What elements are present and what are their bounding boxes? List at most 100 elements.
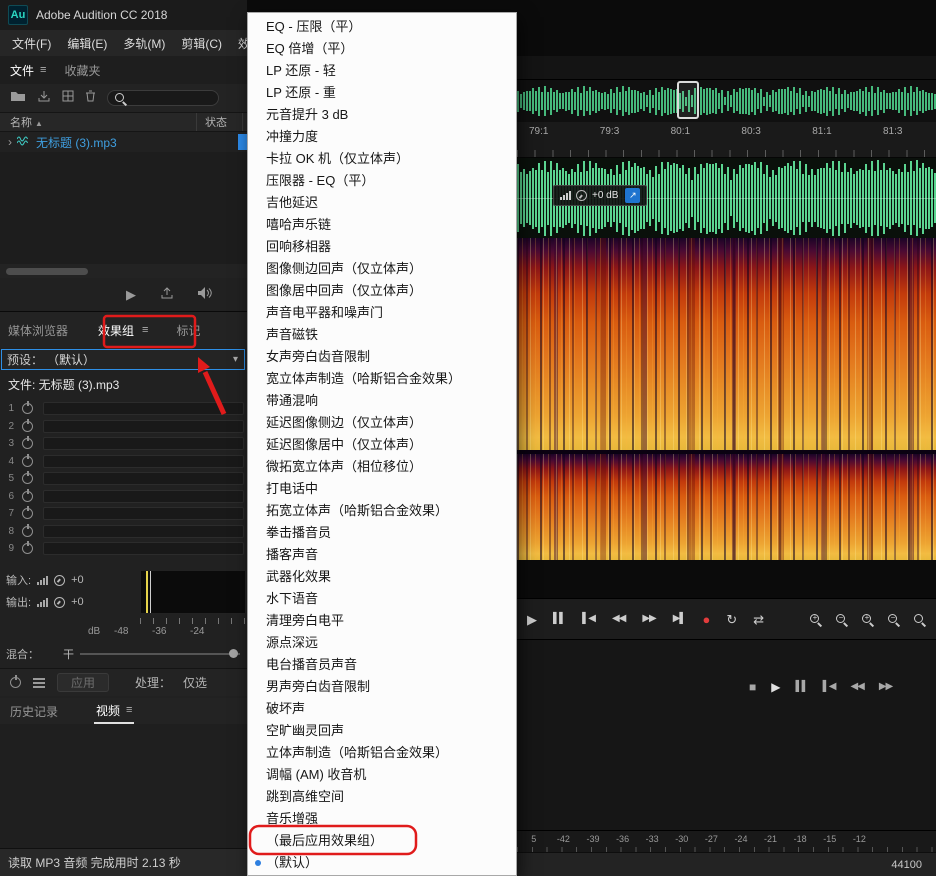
rack-slot[interactable]: 7: [0, 505, 247, 523]
preset-menu-item[interactable]: EQ 倍增（平）: [248, 38, 516, 60]
preset-menu-item[interactable]: 拓宽立体声（哈斯铝合金效果）: [248, 500, 516, 522]
preset-menu-item[interactable]: 微拓宽立体声（相位移位）: [248, 456, 516, 478]
fast-forward-icon[interactable]: ▶▶: [642, 614, 655, 624]
file-list-item[interactable]: › 无标题 (3).mp3: [0, 132, 247, 152]
preset-menu-item[interactable]: 带通混响: [248, 390, 516, 412]
mix-slider[interactable]: [80, 653, 240, 655]
process-value[interactable]: 仅选: [183, 674, 207, 691]
spectrogram-channel-2[interactable]: [517, 454, 936, 560]
preset-menu-item[interactable]: 图像侧边回声（仅立体声）: [248, 258, 516, 280]
file-name[interactable]: 无标题 (3).mp3: [36, 134, 117, 151]
tab-video[interactable]: 视频 ≡: [94, 698, 134, 724]
effect-slot[interactable]: [43, 402, 244, 415]
effect-slot[interactable]: [43, 507, 244, 520]
preset-menu-item[interactable]: 延迟图像居中（仅立体声）: [248, 434, 516, 456]
power-icon[interactable]: [22, 421, 33, 432]
preset-menu-item[interactable]: 声音磁铁: [248, 324, 516, 346]
tab-effects-rack[interactable]: 效果组: [98, 322, 134, 339]
rack-slot[interactable]: 2: [0, 418, 247, 436]
preset-menu-item[interactable]: LP 还原 - 重: [248, 82, 516, 104]
zoom-out-horizontal-icon[interactable]: −: [887, 613, 900, 626]
power-icon[interactable]: [22, 403, 33, 414]
preset-menu-item[interactable]: 跳到高维空间: [248, 786, 516, 808]
preview-play-icon[interactable]: ▶: [126, 287, 136, 303]
preset-menu-item-default[interactable]: （默认）: [248, 852, 516, 874]
power-icon[interactable]: [22, 526, 33, 537]
menubar-item[interactable]: 效果: [238, 35, 247, 52]
column-name[interactable]: 名称▲: [0, 114, 196, 130]
menubar-item[interactable]: 编辑(E): [67, 35, 107, 52]
zoom-in-horizontal-icon[interactable]: +: [861, 613, 874, 626]
loop-icon[interactable]: ↻: [726, 613, 736, 626]
preset-menu-item[interactable]: 播客声音: [248, 544, 516, 566]
preset-menu-item[interactable]: 音乐增强: [248, 808, 516, 830]
open-folder-icon[interactable]: [10, 89, 26, 107]
spectrogram-channel-1[interactable]: [517, 238, 936, 450]
rack-power-icon[interactable]: [10, 677, 21, 688]
preset-menu-item[interactable]: 源点深远: [248, 632, 516, 654]
preset-menu-item[interactable]: 声音电平器和噪声门: [248, 302, 516, 324]
preset-menu-item[interactable]: 卡拉 OK 机（仅立体声）: [248, 148, 516, 170]
menubar-item[interactable]: 剪辑(C): [181, 35, 222, 52]
rack-slot[interactable]: 1: [0, 400, 247, 418]
rewind-icon[interactable]: ◀◀: [850, 682, 863, 692]
effect-slot[interactable]: [43, 472, 244, 485]
tab-history[interactable]: 历史记录: [10, 703, 58, 720]
mix-slider-handle[interactable]: [229, 649, 238, 658]
preset-menu-item[interactable]: 宽立体声制造（哈斯铝合金效果）: [248, 368, 516, 390]
expander-icon[interactable]: ›: [0, 135, 17, 149]
preset-menu-item[interactable]: 压限器 - EQ（平）: [248, 170, 516, 192]
power-icon[interactable]: [22, 543, 33, 554]
search-input[interactable]: [107, 90, 219, 106]
hud-gain-knob[interactable]: [576, 190, 587, 201]
rack-slot[interactable]: 5: [0, 470, 247, 488]
column-status[interactable]: 状态: [196, 113, 242, 131]
power-icon[interactable]: [22, 508, 33, 519]
preset-menu-item[interactable]: 元音提升 3 dB: [248, 104, 516, 126]
effect-slot[interactable]: [43, 420, 244, 433]
power-icon[interactable]: [22, 438, 33, 449]
rack-slot[interactable]: 6: [0, 488, 247, 506]
menubar-item[interactable]: 文件(F): [12, 35, 51, 52]
apply-button[interactable]: 应用: [57, 673, 109, 692]
rack-slot[interactable]: 3: [0, 435, 247, 453]
files-list-empty-area[interactable]: [0, 152, 247, 264]
waveform-display[interactable]: +0 dB ↗: [517, 158, 936, 238]
record-icon[interactable]: ●: [703, 613, 710, 626]
preset-menu-item[interactable]: 吉他延迟: [248, 192, 516, 214]
media-grid-icon[interactable]: [62, 89, 74, 107]
preset-menu-item[interactable]: EQ - 压限（平）: [248, 16, 516, 38]
play-icon[interactable]: ▶: [527, 613, 536, 626]
effect-slot[interactable]: [43, 455, 244, 468]
rewind-icon[interactable]: ◀◀: [612, 614, 625, 624]
rack-slot[interactable]: 9: [0, 540, 247, 558]
preset-menu-item[interactable]: 冲撞力度: [248, 126, 516, 148]
zoom-out-icon[interactable]: −: [835, 613, 848, 626]
files-hscroll-thumb[interactable]: [6, 268, 88, 275]
effect-slot[interactable]: [43, 490, 244, 503]
rack-slot[interactable]: 8: [0, 523, 247, 541]
power-icon[interactable]: [22, 473, 33, 484]
power-icon[interactable]: [22, 456, 33, 467]
play-icon[interactable]: ▶: [771, 680, 780, 694]
preset-menu-item[interactable]: 水下语音: [248, 588, 516, 610]
speaker-icon[interactable]: [198, 287, 213, 302]
zoom-selection-icon[interactable]: [913, 613, 926, 626]
preset-menu-item[interactable]: 武器化效果: [248, 566, 516, 588]
preset-menu-item[interactable]: 男声旁白齿音限制: [248, 676, 516, 698]
preset-dropdown[interactable]: （默认） ▾: [43, 351, 244, 368]
preset-menu-item[interactable]: 嘻哈声乐链: [248, 214, 516, 236]
overview-waveform[interactable]: [517, 80, 936, 122]
preset-menu-item[interactable]: 调幅 (AM) 收音机: [248, 764, 516, 786]
pause-icon[interactable]: ▌▌: [795, 682, 807, 692]
preset-menu-item[interactable]: 延迟图像侧边（仅立体声）: [248, 412, 516, 434]
skip-start-icon[interactable]: ▌◀: [582, 614, 595, 624]
preset-menu-item[interactable]: 立体声制造（哈斯铝合金效果）: [248, 742, 516, 764]
menubar-item[interactable]: 多轨(M): [123, 35, 165, 52]
effect-slot[interactable]: [43, 542, 244, 555]
video-menu-icon[interactable]: ≡: [126, 704, 132, 716]
output-gain-knob[interactable]: [54, 597, 65, 608]
effect-slot[interactable]: [43, 437, 244, 450]
preset-menu-item[interactable]: 女声旁白齿音限制: [248, 346, 516, 368]
gain-hud[interactable]: +0 dB ↗: [553, 185, 647, 206]
